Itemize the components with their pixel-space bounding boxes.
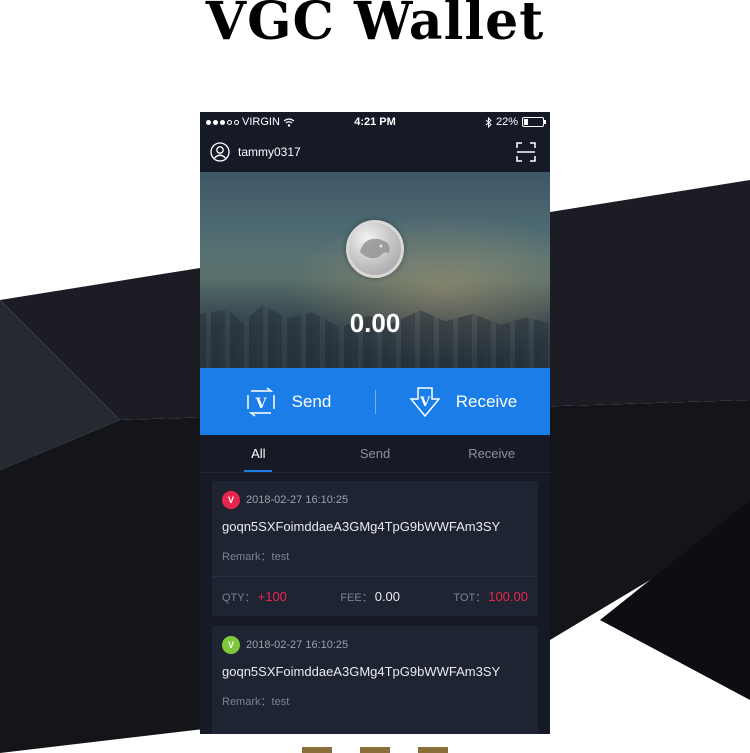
tx-date: 2018-02-27 16:10:25	[246, 494, 349, 506]
receive-label: Receive	[455, 391, 518, 411]
send-icon: V	[246, 386, 275, 417]
tx-qty: QTY： +100	[222, 588, 287, 604]
receive-badge-icon: V	[222, 636, 240, 654]
page-headline: VGC Wallet	[205, 0, 545, 46]
svg-text:V: V	[419, 395, 431, 410]
action-bar: V Send V Receive	[200, 368, 550, 435]
receive-icon: V	[409, 386, 441, 417]
user-profile[interactable]: tammy0317	[210, 142, 301, 162]
user-icon	[210, 142, 230, 162]
transaction-card[interactable]: V 2018-02-27 16:10:25 goqn5SXFoimddaeA3G…	[212, 626, 538, 734]
wallet-balance: 0.00	[349, 308, 401, 338]
bottom-decoration	[0, 747, 750, 753]
signal-icon	[206, 119, 239, 125]
battery-icon	[522, 117, 546, 127]
app-header: tammy0317	[200, 132, 550, 172]
tx-total: TOT： 100.00	[453, 588, 528, 604]
battery-percent: 22%	[495, 116, 518, 128]
action-divider	[375, 390, 376, 414]
tab-receive[interactable]: Receive	[433, 435, 550, 472]
send-badge-icon: V	[222, 491, 240, 509]
transaction-card[interactable]: V 2018-02-27 16:10:25 goqn5SXFoimddaeA3G…	[212, 481, 538, 616]
tab-send[interactable]: Send	[317, 435, 434, 472]
wifi-icon	[283, 117, 295, 127]
tx-address: goqn5SXFoimddaeA3GMg4TpG9bWWFAm3SY	[222, 519, 501, 534]
send-button[interactable]: V Send	[200, 368, 375, 435]
tx-remark: Remark：test	[222, 551, 290, 563]
transaction-list: V 2018-02-27 16:10:25 goqn5SXFoimddaeA3G…	[200, 473, 550, 734]
scan-icon[interactable]	[516, 142, 536, 162]
carrier-label: VIRGIN	[242, 116, 280, 128]
tab-all[interactable]: All	[200, 435, 317, 472]
svg-text:V: V	[254, 396, 267, 412]
tx-summary: QTY： +100 FEE： 0.00 TOT： 100.00	[212, 576, 538, 616]
panther-coin-icon	[346, 220, 404, 278]
phone-screen: VIRGIN 4:21 PM 22% tammy0317 0.00 V Send…	[200, 112, 550, 734]
status-bar: VIRGIN 4:21 PM 22%	[200, 112, 550, 132]
wallet-hero: 0.00	[200, 172, 550, 368]
send-label: Send	[291, 391, 332, 411]
tx-fee: FEE： 0.00	[340, 588, 401, 604]
receive-button[interactable]: V Receive	[375, 368, 550, 435]
tx-address: goqn5SXFoimddaeA3GMg4TpG9bWWFAm3SY	[222, 664, 501, 679]
tx-date: 2018-02-27 16:10:25	[246, 639, 349, 651]
tx-tabs: All Send Receive	[200, 435, 550, 473]
username: tammy0317	[238, 145, 301, 159]
tx-remark: Remark：test	[222, 696, 290, 708]
bluetooth-icon	[485, 116, 492, 128]
